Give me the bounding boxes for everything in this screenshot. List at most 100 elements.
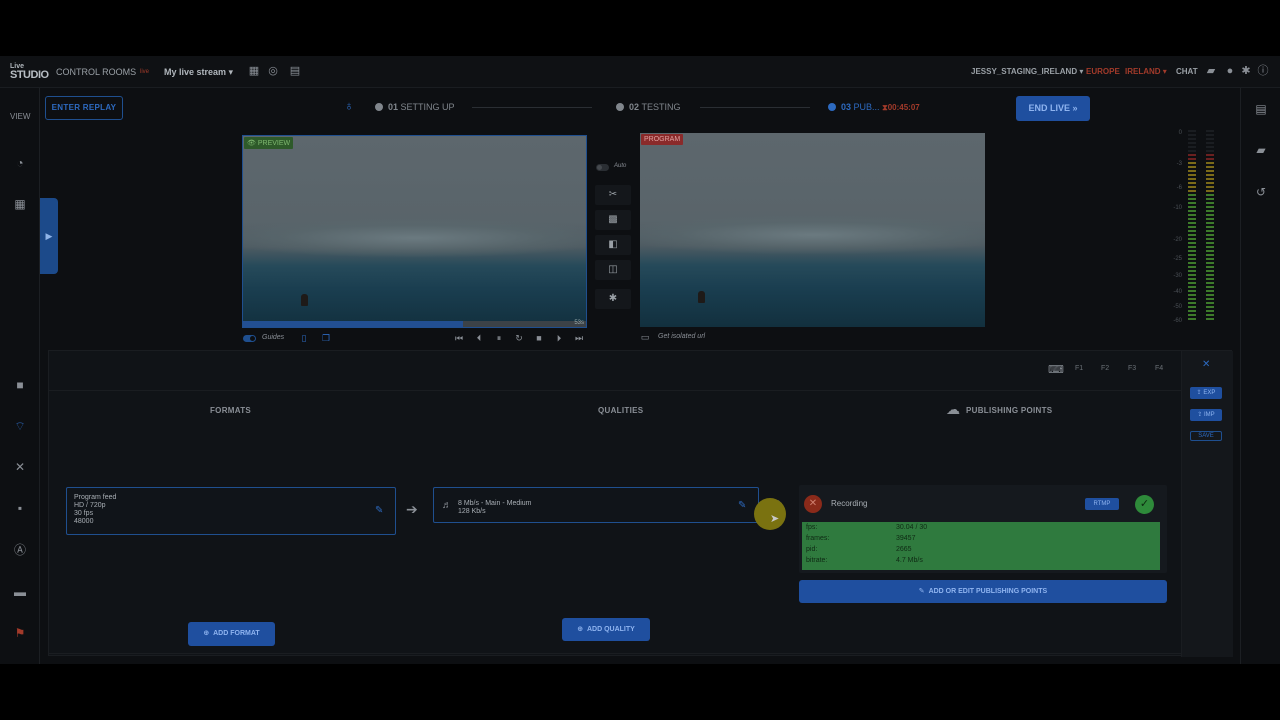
copy-icon[interactable]: ❐ [321, 333, 331, 344]
info-icon[interactable]: ⓘ [1257, 65, 1269, 77]
step-publishing[interactable]: 03 PUB... ⧗00:45:07 [828, 102, 920, 113]
dashboard-icon[interactable]: ◔ [12, 156, 28, 170]
shortcut-f1[interactable]: F1 [1075, 365, 1083, 372]
signal-icon[interactable]: ⚑ [12, 626, 28, 640]
meter-segment [1206, 250, 1214, 252]
meter-left-channel [1188, 130, 1196, 326]
camera-icon[interactable]: ■ [12, 378, 28, 392]
region-selector[interactable]: IRELAND ▾ [1125, 67, 1167, 76]
cloud-upload-icon: ☁ [946, 401, 961, 417]
pause-icon[interactable]: ⏸ [494, 333, 504, 344]
layout-icon[interactable]: ▤ [289, 65, 301, 77]
lightbulb-icon[interactable]: ♁ [343, 99, 355, 112]
loop-icon[interactable]: ↻ [514, 333, 524, 344]
program-monitor[interactable]: PROGRAM [640, 133, 985, 327]
truck-icon[interactable]: ▬ [12, 585, 28, 599]
meter-segment [1188, 230, 1196, 232]
meter-segment [1188, 238, 1196, 240]
shortcut-f2[interactable]: F2 [1101, 365, 1109, 372]
meter-segment [1188, 210, 1196, 212]
export-button[interactable]: ⇪ EXP [1190, 387, 1222, 399]
chat-icon[interactable]: ▰ [1205, 65, 1217, 77]
enter-replay-button[interactable]: ENTER REPLAY [45, 96, 123, 120]
publishing-card-recording[interactable]: ✕ Recording RTMP ✓ fps: 30.04 / 30 frames… [799, 485, 1167, 573]
user-icon[interactable]: ● [1224, 65, 1236, 77]
stop-icon[interactable]: ■ [534, 333, 544, 343]
close-icon[interactable]: ✕ [1202, 359, 1210, 370]
edit-quality-icon[interactable]: ✎ [738, 500, 746, 511]
tools-icon[interactable]: ✕ [12, 460, 28, 474]
skip-start-icon[interactable]: ⏮ [454, 333, 464, 344]
chat-link[interactable]: CHAT [1176, 67, 1198, 76]
meter-segment [1206, 306, 1214, 308]
keyboard-icon[interactable]: ⌨ [1048, 363, 1064, 376]
end-live-button[interactable]: END LIVE » [1016, 96, 1090, 121]
top-bar: Live STUDIO CONTROL ROOMS live My live s… [0, 56, 1280, 88]
undo-icon[interactable]: ↺ [1254, 185, 1268, 199]
step-forward-icon[interactable]: ⏵ [554, 333, 564, 344]
meter-segment [1188, 266, 1196, 268]
region-zone[interactable]: EUROPE [1086, 67, 1120, 76]
grid-icon[interactable]: ▦ [12, 197, 28, 211]
recording-stats: fps: 30.04 / 30 frames: 39457 pid: 2665 bit… [802, 522, 1160, 570]
meter-segment [1206, 138, 1214, 140]
shortcut-f3[interactable]: F3 [1128, 365, 1136, 372]
folder-icon[interactable]: ▰ [1254, 143, 1268, 157]
switcher-settings-button[interactable]: ✱ [595, 289, 631, 309]
rtmp-badge: RTMP [1085, 498, 1119, 510]
step-setting-up[interactable]: 01 SETTING UP [375, 102, 455, 112]
guides-toggle[interactable] [243, 335, 256, 342]
calendar-icon[interactable]: ▦ [248, 65, 260, 77]
livestudio-logo[interactable]: Live STUDIO [10, 63, 49, 81]
meter-segment [1188, 270, 1196, 272]
skip-end-icon[interactable]: ⏭ [574, 333, 584, 344]
captions-icon[interactable]: ▪ [12, 501, 28, 515]
edit-format-icon[interactable]: ✎ [375, 505, 383, 516]
meter-segment [1188, 258, 1196, 260]
stream-selector[interactable]: My live stream ▾ [164, 67, 233, 78]
list-icon[interactable]: ▤ [1254, 102, 1268, 116]
isolated-url-link[interactable]: Get isolated url [658, 333, 705, 340]
meter-segment [1206, 270, 1214, 272]
meter-segment [1206, 162, 1214, 164]
auto-toggle[interactable] [596, 164, 609, 171]
meter-segment [1188, 314, 1196, 316]
volume-button[interactable]: ◫ [595, 260, 631, 280]
support-icon[interactable]: ◎ [267, 65, 279, 77]
remove-recording-icon[interactable]: ✕ [804, 495, 822, 513]
preview-progress-bar[interactable]: 53s [243, 320, 586, 327]
sidebar-expand-handle[interactable]: ▶ [40, 198, 58, 274]
meter-segment [1206, 150, 1214, 152]
save-button[interactable]: SAVE [1190, 431, 1222, 441]
shortcut-f4[interactable]: F4 [1155, 365, 1163, 372]
broadcast-icon[interactable]: ⌔ [12, 419, 28, 433]
meter-segment [1206, 234, 1214, 236]
control-rooms-link[interactable]: CONTROL ROOMS [56, 67, 136, 77]
text-icon[interactable]: Ⓐ [12, 543, 28, 557]
step-testing[interactable]: 02 TESTING [616, 102, 681, 112]
meter-segment [1188, 158, 1196, 160]
transition-button[interactable]: ▩ [595, 210, 631, 230]
mobile-icon[interactable]: ▯ [299, 333, 309, 344]
add-format-button[interactable]: ⊕ ADD FORMAT [188, 622, 275, 646]
gear-icon[interactable]: ✱ [1240, 65, 1252, 77]
meter-segment [1206, 166, 1214, 168]
preview-monitor[interactable]: 👁 PREVIEW 53s [242, 135, 587, 328]
cut-button[interactable]: ✂ [595, 185, 631, 205]
add-quality-button[interactable]: ⊕ ADD QUALITY [562, 618, 650, 641]
meter-segment [1188, 302, 1196, 304]
audio-mix-button[interactable]: ◧ [595, 235, 631, 255]
add-edit-publishing-button[interactable]: ✎ ADD OR EDIT PUBLISHING POINTS [799, 580, 1167, 603]
meter-segment [1188, 130, 1196, 132]
arrow-right-icon: ➔ [406, 501, 418, 517]
meter-segment [1188, 150, 1196, 152]
quality-card-main[interactable]: ♬ 8 Mb/s - Main - Medium 128 Kb/s ✎ [433, 487, 759, 523]
meter-segment [1188, 190, 1196, 192]
account-selector[interactable]: JESSY_STAGING_IRELAND ▾ [971, 67, 1083, 76]
meter-segment [1206, 310, 1214, 312]
step-back-icon[interactable]: ⏴ [474, 333, 484, 344]
import-button[interactable]: ⇪ IMP [1190, 409, 1222, 421]
meter-segment [1206, 282, 1214, 284]
meter-segment [1206, 202, 1214, 204]
format-card-program-feed[interactable]: Program feed HD / 720p 30 fps 48000 ✎ [66, 487, 396, 535]
